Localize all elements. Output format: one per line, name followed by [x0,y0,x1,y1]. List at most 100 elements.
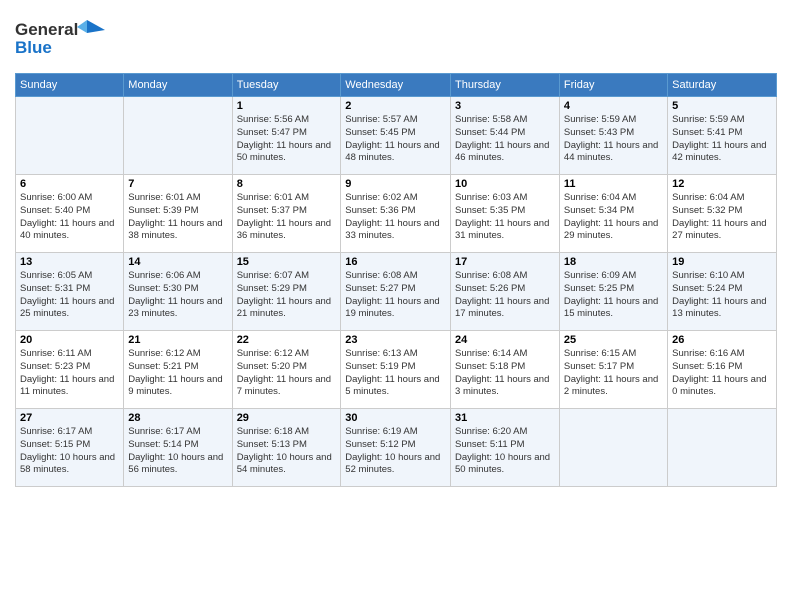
day-info: Sunrise: 6:04 AM Sunset: 5:32 PM Dayligh… [672,192,772,243]
day-number: 19 [672,256,772,268]
calendar-cell: 15Sunrise: 6:07 AM Sunset: 5:29 PM Dayli… [232,253,341,331]
calendar-cell: 9 Sunrise: 6:02 AM Sunset: 5:36 PM Daylig… [341,175,451,253]
calendar-cell: 26 Sunrise: 6:16 AM Sunset: 5:16 PM Dayli… [668,331,777,409]
day-number: 17 [455,256,555,268]
calendar-table: SundayMondayTuesdayWednesdayThursdayFrid… [15,73,777,487]
day-number: 7 [128,178,227,190]
weekday-header-friday: Friday [559,74,667,97]
day-info: Sunrise: 5:59 AM Sunset: 5:43 PM Dayligh… [564,114,663,165]
day-info: Sunrise: 6:15 AM Sunset: 5:17 PM Dayligh… [564,348,663,399]
calendar-cell: 27 Sunrise: 6:17 AM Sunset: 5:15 PM Dayli… [16,409,124,487]
day-number: 30 [345,412,446,424]
day-info: Sunrise: 6:03 AM Sunset: 5:35 PM Dayligh… [455,192,555,243]
day-info: Sunrise: 6:20 AM Sunset: 5:11 PM Dayligh… [455,426,555,477]
day-number: 14 [128,256,227,268]
calendar-cell: 13 Sunrise: 6:05 AM Sunset: 5:31 PM Dayli… [16,253,124,331]
day-number: 31 [455,412,555,424]
day-info: Sunrise: 6:19 AM Sunset: 5:12 PM Dayligh… [345,426,446,477]
calendar-cell: 6Sunrise: 6:00 AM Sunset: 5:40 PM Daylig… [16,175,124,253]
weekday-header-saturday: Saturday [668,74,777,97]
day-number: 9 [345,178,446,190]
calendar-cell: 18 Sunrise: 6:09 AM Sunset: 5:25 PM Dayli… [559,253,667,331]
day-number: 12 [672,178,772,190]
day-number: 4 [564,100,663,112]
day-number: 10 [455,178,555,190]
calendar-cell: 19Sunrise: 6:10 AM Sunset: 5:24 PM Dayli… [668,253,777,331]
weekday-header-tuesday: Tuesday [232,74,341,97]
day-number: 28 [128,412,227,424]
calendar-cell: 24 Sunrise: 6:14 AM Sunset: 5:18 PM Dayli… [451,331,560,409]
calendar-cell: 4 Sunrise: 5:59 AM Sunset: 5:43 PM Daylig… [559,97,667,175]
week-row-2: 6Sunrise: 6:00 AM Sunset: 5:40 PM Daylig… [16,175,777,253]
calendar-cell: 16 Sunrise: 6:08 AM Sunset: 5:27 PM Dayli… [341,253,451,331]
calendar-cell: 25 Sunrise: 6:15 AM Sunset: 5:17 PM Dayli… [559,331,667,409]
day-info: Sunrise: 6:02 AM Sunset: 5:36 PM Dayligh… [345,192,446,243]
calendar-cell: 7 Sunrise: 6:01 AM Sunset: 5:39 PM Daylig… [124,175,232,253]
calendar-cell: 22 Sunrise: 6:12 AM Sunset: 5:20 PM Dayli… [232,331,341,409]
svg-text:General: General [15,20,78,39]
svg-text:Blue: Blue [15,38,52,57]
week-row-1: 1 Sunrise: 5:56 AM Sunset: 5:47 PM Daylig… [16,97,777,175]
day-info: Sunrise: 6:17 AM Sunset: 5:14 PM Dayligh… [128,426,227,477]
day-number: 2 [345,100,446,112]
day-number: 1 [237,100,337,112]
calendar-cell: 8Sunrise: 6:01 AM Sunset: 5:37 PM Daylig… [232,175,341,253]
day-info: Sunrise: 6:07 AM Sunset: 5:29 PM Dayligh… [237,270,337,321]
header-row: SundayMondayTuesdayWednesdayThursdayFrid… [16,74,777,97]
week-row-3: 13 Sunrise: 6:05 AM Sunset: 5:31 PM Dayli… [16,253,777,331]
day-info: Sunrise: 6:09 AM Sunset: 5:25 PM Dayligh… [564,270,663,321]
calendar-cell: 20 Sunrise: 6:11 AM Sunset: 5:23 PM Dayli… [16,331,124,409]
day-info: Sunrise: 6:16 AM Sunset: 5:16 PM Dayligh… [672,348,772,399]
day-info: Sunrise: 6:14 AM Sunset: 5:18 PM Dayligh… [455,348,555,399]
calendar-cell: 12 Sunrise: 6:04 AM Sunset: 5:32 PM Dayli… [668,175,777,253]
day-info: Sunrise: 6:17 AM Sunset: 5:15 PM Dayligh… [20,426,119,477]
day-number: 29 [237,412,337,424]
calendar-cell: 17 Sunrise: 6:08 AM Sunset: 5:26 PM Dayli… [451,253,560,331]
weekday-header-monday: Monday [124,74,232,97]
day-number: 26 [672,334,772,346]
day-number: 3 [455,100,555,112]
calendar-cell: 30 Sunrise: 6:19 AM Sunset: 5:12 PM Dayli… [341,409,451,487]
day-info: Sunrise: 6:01 AM Sunset: 5:39 PM Dayligh… [128,192,227,243]
day-info: Sunrise: 6:08 AM Sunset: 5:27 PM Dayligh… [345,270,446,321]
day-number: 8 [237,178,337,190]
day-info: Sunrise: 5:57 AM Sunset: 5:45 PM Dayligh… [345,114,446,165]
day-number: 25 [564,334,663,346]
weekday-header-sunday: Sunday [16,74,124,97]
calendar-cell [124,97,232,175]
calendar-cell: 29 Sunrise: 6:18 AM Sunset: 5:13 PM Dayli… [232,409,341,487]
calendar-cell [16,97,124,175]
calendar-cell: 1 Sunrise: 5:56 AM Sunset: 5:47 PM Daylig… [232,97,341,175]
calendar-cell: 5Sunrise: 5:59 AM Sunset: 5:41 PM Daylig… [668,97,777,175]
day-number: 16 [345,256,446,268]
day-number: 13 [20,256,119,268]
day-info: Sunrise: 6:06 AM Sunset: 5:30 PM Dayligh… [128,270,227,321]
day-number: 18 [564,256,663,268]
day-number: 20 [20,334,119,346]
day-info: Sunrise: 5:58 AM Sunset: 5:44 PM Dayligh… [455,114,555,165]
day-info: Sunrise: 6:08 AM Sunset: 5:26 PM Dayligh… [455,270,555,321]
day-info: Sunrise: 6:11 AM Sunset: 5:23 PM Dayligh… [20,348,119,399]
day-number: 23 [345,334,446,346]
week-row-4: 20 Sunrise: 6:11 AM Sunset: 5:23 PM Dayli… [16,331,777,409]
day-info: Sunrise: 6:05 AM Sunset: 5:31 PM Dayligh… [20,270,119,321]
header: General Blue [15,10,777,65]
calendar-cell: 10 Sunrise: 6:03 AM Sunset: 5:35 PM Dayli… [451,175,560,253]
logo: General Blue [15,15,110,65]
page-container: General Blue SundayMondayTuesdayWednesda… [0,0,792,497]
calendar-cell: 31 Sunrise: 6:20 AM Sunset: 5:11 PM Dayli… [451,409,560,487]
calendar-cell: 2 Sunrise: 5:57 AM Sunset: 5:45 PM Daylig… [341,97,451,175]
day-number: 22 [237,334,337,346]
day-info: Sunrise: 6:12 AM Sunset: 5:20 PM Dayligh… [237,348,337,399]
logo-text: General Blue [15,15,110,65]
day-info: Sunrise: 5:59 AM Sunset: 5:41 PM Dayligh… [672,114,772,165]
day-number: 27 [20,412,119,424]
day-info: Sunrise: 5:56 AM Sunset: 5:47 PM Dayligh… [237,114,337,165]
day-number: 24 [455,334,555,346]
calendar-cell [668,409,777,487]
day-info: Sunrise: 6:13 AM Sunset: 5:19 PM Dayligh… [345,348,446,399]
calendar-cell: 28 Sunrise: 6:17 AM Sunset: 5:14 PM Dayli… [124,409,232,487]
calendar-cell: 14 Sunrise: 6:06 AM Sunset: 5:30 PM Dayli… [124,253,232,331]
day-info: Sunrise: 6:18 AM Sunset: 5:13 PM Dayligh… [237,426,337,477]
day-number: 21 [128,334,227,346]
